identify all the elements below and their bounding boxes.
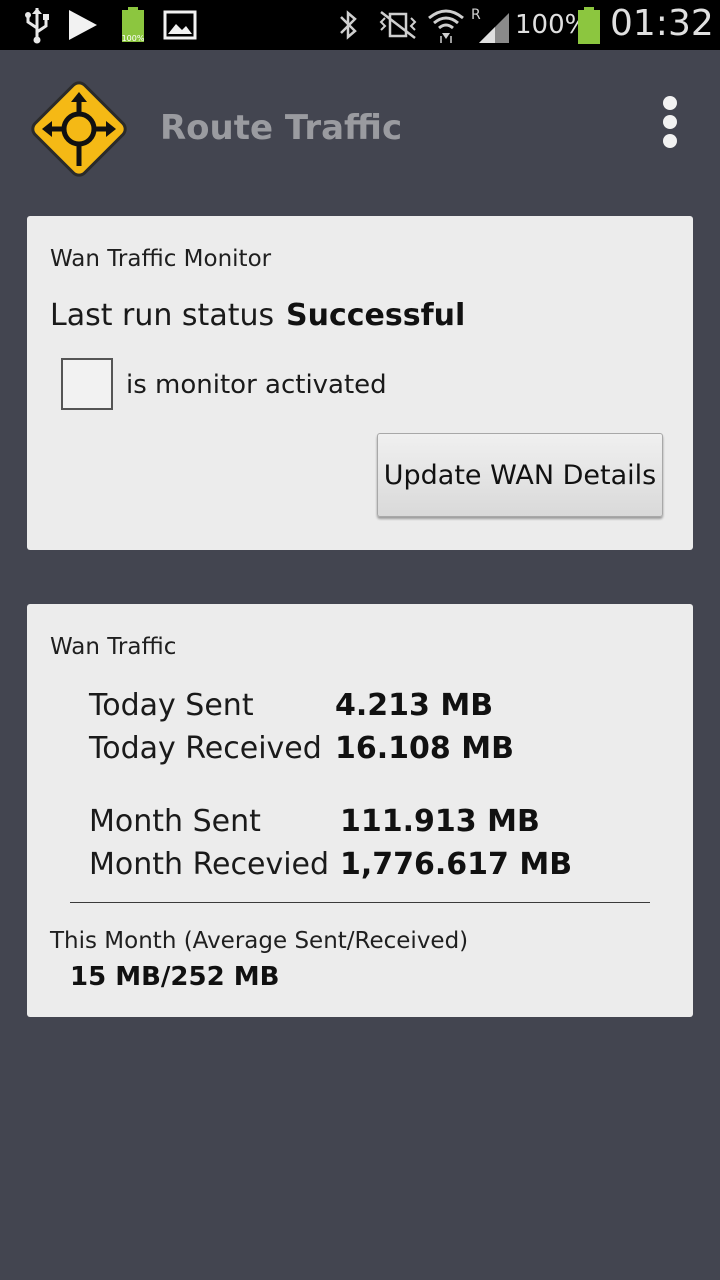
vibrate-mute-icon [376,0,420,50]
svg-text:R: R [471,7,481,23]
usb-icon [20,0,54,50]
clock: 01:32 [610,3,714,44]
battery-icon [574,0,604,50]
traffic-card: Wan Traffic Today Sent 4.213 MB Today Re… [27,604,693,1017]
monitor-card: Wan Traffic Monitor Last run status Succ… [27,216,693,550]
monthly-average-value: 15 MB/252 MB [70,962,280,992]
status-bar: 100% R 100% 01:32 [0,0,720,50]
monthly-average-label: This Month (Average Sent/Received) [50,928,469,954]
last-run-status-value: Successful [286,298,466,333]
traffic-card-title: Wan Traffic [50,634,177,660]
overflow-menu-icon[interactable] [650,92,690,152]
battery-full-icon: 100% [116,0,150,50]
play-store-icon [66,0,100,50]
month-sent-label: Month Sent [89,804,261,839]
divider [70,902,650,903]
last-run-status-label: Last run status [50,298,275,333]
update-wan-details-button[interactable]: Update WAN Details [377,433,663,517]
monitor-activated-label[interactable]: is monitor activated [126,370,387,400]
app-title: Route Traffic [160,108,403,148]
month-received-label: Month Recevied [89,847,330,882]
today-received-value: 16.108 MB [335,731,514,766]
roundabout-sign-icon[interactable] [26,76,132,182]
gallery-icon [162,0,198,50]
svg-text:100%: 100% [122,34,145,43]
wifi-icon [426,0,466,50]
month-received-value: 1,776.617 MB [340,847,573,882]
signal-roaming-icon: R [468,0,512,50]
monitor-activated-checkbox[interactable] [61,358,113,410]
today-sent-label: Today Sent [89,688,254,723]
bluetooth-icon [332,0,366,50]
today-sent-value: 4.213 MB [335,688,494,723]
monitor-card-title: Wan Traffic Monitor [50,246,272,272]
today-received-label: Today Received [89,731,322,766]
month-sent-value: 111.913 MB [340,804,540,839]
